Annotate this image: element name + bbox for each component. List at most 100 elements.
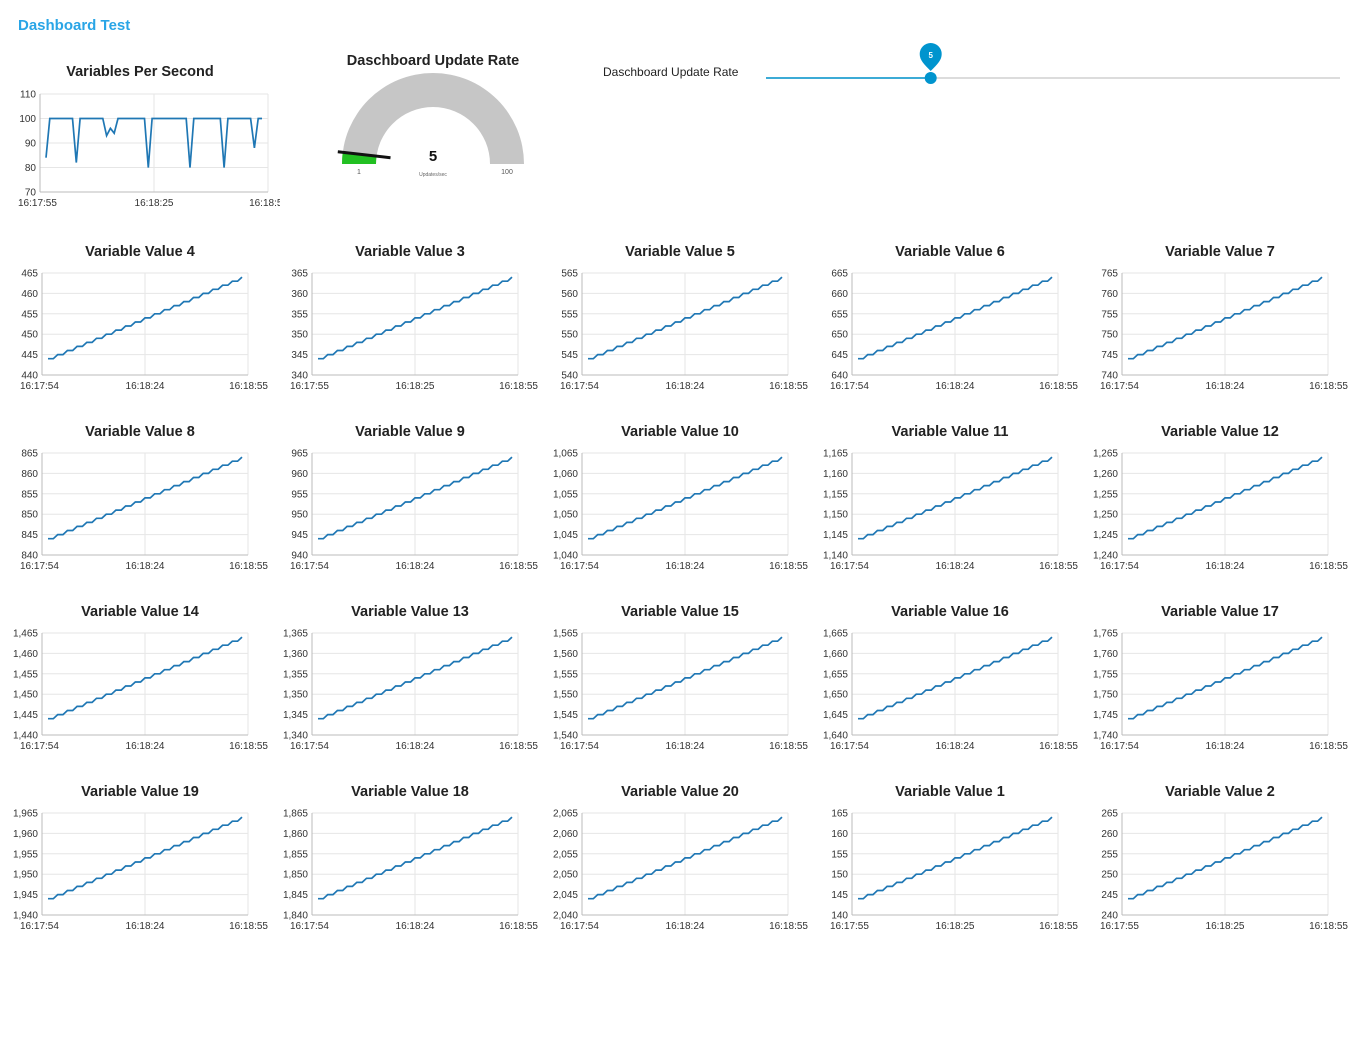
- y-tick-label: 90: [25, 139, 37, 150]
- chart-v10: 1,040 1,045 1,050 1,055 1,060 1,065 16:17:54 16…: [553, 449, 808, 573]
- chart-v2: 240 245 250 255 260 265 16:17:55 16:18:25 16:18:…: [1100, 809, 1348, 933]
- y-tick-label: 160: [831, 829, 848, 840]
- chart-title-v19: Variable Value 19: [81, 784, 199, 800]
- x-tick-label: 16:18:24: [126, 921, 165, 932]
- y-tick-label: 1,340: [283, 731, 308, 742]
- chart-v15: 1,540 1,545 1,550 1,555 1,560 1,565 16:17:54 16…: [553, 629, 808, 753]
- chart-v4: 440 445 450 455 460 465 16:17:54 16:18:24 16:18:…: [20, 269, 268, 393]
- y-tick-label: 1,460: [13, 649, 38, 660]
- y-tick-label: 450: [21, 330, 38, 341]
- y-tick-label: 1,855: [283, 849, 308, 860]
- y-tick-label: 1,355: [283, 669, 308, 680]
- y-tick-label: 1,550: [553, 690, 578, 701]
- x-tick-label: 16:18:55: [499, 921, 538, 932]
- x-tick-label: 16:17:54: [560, 381, 599, 392]
- gauge-units: Updates/sec: [419, 172, 447, 178]
- x-tick-label: 16:17:54: [20, 381, 59, 392]
- chart-title-v13: Variable Value 13: [351, 604, 469, 620]
- slider-thumb[interactable]: [924, 72, 937, 84]
- x-tick-label: 16:17:54: [290, 561, 329, 572]
- y-tick-label: 1,265: [1093, 449, 1118, 460]
- y-tick-label: 260: [1101, 829, 1118, 840]
- chart-title-v4: Variable Value 4: [85, 244, 195, 260]
- chart-v9: 940 945 950 955 960 965 16:17:54 16:18:24 16:18:…: [290, 449, 538, 573]
- chart-title-v3: Variable Value 3: [355, 244, 465, 260]
- y-tick-label: 1,350: [283, 690, 308, 701]
- x-tick-label: 16:17:55: [290, 381, 329, 392]
- chart-v12: 1,240 1,245 1,250 1,255 1,260 1,265 16:17:54 16…: [1093, 449, 1348, 573]
- chart-title-v1: Variable Value 1: [895, 784, 1005, 800]
- y-tick-label: 1,045: [553, 530, 578, 541]
- x-tick-label: 16:17:55: [1100, 921, 1139, 932]
- y-tick-label: 1,760: [1093, 649, 1118, 660]
- y-tick-label: 940: [291, 551, 308, 562]
- x-tick-label: 16:18:24: [396, 921, 435, 932]
- y-tick-label: 455: [21, 309, 38, 320]
- y-tick-label: 1,650: [823, 690, 848, 701]
- y-tick-label: 1,740: [1093, 731, 1118, 742]
- y-tick-label: 240: [1101, 911, 1118, 922]
- y-tick-label: 750: [1101, 330, 1118, 341]
- y-tick-label: 1,665: [823, 629, 848, 640]
- chart-v18: 1,840 1,845 1,850 1,855 1,860 1,865 16:17:54 16…: [283, 809, 538, 933]
- x-tick-label: 16:18:24: [666, 561, 705, 572]
- y-tick-label: 360: [291, 289, 308, 300]
- x-tick-label: 16:18:25: [1206, 921, 1245, 932]
- y-tick-label: 1,255: [1093, 489, 1118, 500]
- chart-v6: 640 645 650 655 660 665 16:17:54 16:18:24 16:18:…: [830, 269, 1078, 393]
- y-tick-label: 1,845: [283, 890, 308, 901]
- x-tick-label: 16:18:24: [666, 921, 705, 932]
- x-tick-label: 16:18:55: [769, 921, 808, 932]
- y-tick-label: 1,945: [13, 890, 38, 901]
- x-tick-label: 16:18:24: [1206, 561, 1245, 572]
- x-tick-label: 16:18:24: [396, 561, 435, 572]
- chart-title-v10: Variable Value 10: [621, 424, 739, 440]
- y-tick-label: 1,965: [13, 809, 38, 820]
- y-tick-label: 80: [25, 163, 37, 174]
- x-tick-label: 16:17:55: [18, 198, 57, 209]
- y-tick-label: 345: [291, 350, 308, 361]
- y-tick-label: 1,955: [13, 849, 38, 860]
- x-tick-label: 16:18:55: [1309, 741, 1348, 752]
- y-tick-label: 640: [831, 371, 848, 382]
- x-tick-label: 16:18:55: [1039, 741, 1078, 752]
- y-tick-label: 755: [1101, 309, 1118, 320]
- x-tick-label: 16:17:54: [560, 921, 599, 932]
- update-rate-slider[interactable]: 5: [766, 40, 1340, 84]
- y-tick-label: 1,950: [13, 870, 38, 881]
- y-tick-label: 445: [21, 350, 38, 361]
- y-tick-label: 540: [561, 371, 578, 382]
- chart-title-v17: Variable Value 17: [1161, 604, 1279, 620]
- chart-v14: 1,440 1,445 1,450 1,455 1,460 1,465 16:17:54 16…: [13, 629, 268, 753]
- x-tick-label: 16:17:54: [830, 381, 869, 392]
- chart-title-v2: Variable Value 2: [1165, 784, 1275, 800]
- y-tick-label: 1,440: [13, 731, 38, 742]
- x-tick-label: 16:17:54: [830, 561, 869, 572]
- y-tick-label: 250: [1101, 870, 1118, 881]
- y-tick-label: 1,465: [13, 629, 38, 640]
- x-tick-label: 16:18:55: [1039, 921, 1078, 932]
- x-tick-label: 16:18:55: [499, 561, 538, 572]
- y-tick-label: 950: [291, 510, 308, 521]
- gauge-max-label: 100: [501, 169, 513, 176]
- y-tick-label: 840: [21, 551, 38, 562]
- y-tick-label: 1,445: [13, 710, 38, 721]
- chart-v5: 540 545 550 555 560 565 16:17:54 16:18:24 16:18:…: [560, 269, 808, 393]
- y-tick-label: 460: [21, 289, 38, 300]
- x-tick-label: 16:17:54: [830, 741, 869, 752]
- chart-title-vps: Variables Per Second: [66, 64, 214, 80]
- y-tick-label: 2,055: [553, 849, 578, 860]
- gauge-title: Daschboard Update Rate: [346, 53, 520, 69]
- y-tick-label: 1,755: [1093, 669, 1118, 680]
- chart-v3: 340 345 350 355 360 365 16:17:55 16:18:25 16:18:…: [290, 269, 538, 393]
- chart-title-v15: Variable Value 15: [621, 604, 739, 620]
- x-tick-label: 16:18:24: [126, 741, 165, 752]
- y-tick-label: 350: [291, 330, 308, 341]
- y-tick-label: 1,065: [553, 449, 578, 460]
- page-title: Dashboard Test: [18, 17, 131, 34]
- y-tick-label: 1,540: [553, 731, 578, 742]
- slider-label: Daschboard Update Rate: [603, 65, 739, 79]
- x-tick-label: 16:18:24: [126, 561, 165, 572]
- x-tick-label: 16:18:24: [666, 381, 705, 392]
- y-tick-label: 440: [21, 371, 38, 382]
